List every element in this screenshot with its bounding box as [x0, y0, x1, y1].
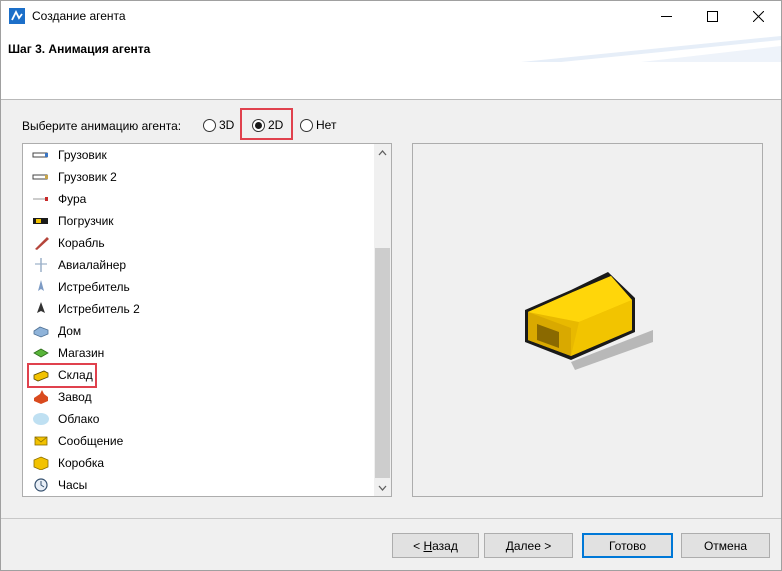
- list-item-label: Грузовик: [58, 148, 107, 162]
- list-item-cloud[interactable]: Облако: [23, 408, 373, 430]
- list-item-truck2[interactable]: Грузовик 2: [23, 166, 373, 188]
- list-item-factory[interactable]: Завод: [23, 386, 373, 408]
- wizard-header: Шаг 3. Анимация агента: [1, 32, 781, 100]
- back-button-rest: азад: [432, 538, 458, 553]
- close-button[interactable]: [735, 1, 781, 32]
- highlight-frame-2d: [240, 108, 293, 140]
- forklift-icon: [32, 214, 50, 228]
- header-decoration: [521, 36, 781, 62]
- list-item-label: Коробка: [58, 456, 105, 470]
- radio-3d-circle: [203, 118, 216, 132]
- window-title: Создание агента: [32, 9, 126, 23]
- list-item-clock[interactable]: Часы: [23, 474, 373, 496]
- radio-none-label: Нет: [316, 118, 337, 132]
- scroll-up-button[interactable]: [374, 144, 391, 161]
- list-item-label: Облако: [58, 412, 100, 426]
- list-item-shop[interactable]: Магазин: [23, 342, 373, 364]
- list-item-truck[interactable]: Грузовик: [23, 144, 373, 166]
- message-icon: [32, 434, 50, 448]
- list-item-label: Магазин: [58, 346, 105, 360]
- list-item-label: Грузовик 2: [58, 170, 117, 184]
- list-item-label: Авиалайнер: [58, 258, 127, 272]
- list-item-label: Часы: [58, 478, 88, 492]
- title-bar: Создание агента: [1, 1, 781, 32]
- list-item-semi-truck[interactable]: Фура: [23, 188, 373, 210]
- app-logo-icon: [9, 8, 25, 24]
- list-item-message[interactable]: Сообщение: [23, 430, 373, 452]
- radio-3d-label: 3D: [219, 118, 235, 132]
- back-button-mnemonic: Н: [423, 538, 433, 553]
- maximize-icon: [706, 11, 718, 22]
- done-button[interactable]: Готово: [582, 533, 673, 558]
- semi-truck-icon: [32, 192, 50, 206]
- list-item-label: Завод: [58, 390, 92, 404]
- scroll-thumb[interactable]: [375, 248, 390, 478]
- minimize-button[interactable]: [643, 1, 689, 32]
- list-item-house[interactable]: Дом: [23, 320, 373, 342]
- factory-icon: [32, 390, 50, 404]
- radio-none[interactable]: Нет: [300, 118, 336, 132]
- list-item-ship[interactable]: Корабль: [23, 232, 373, 254]
- animation-label: Выберите анимацию агента:: [22, 119, 182, 133]
- next-button[interactable]: Далее >: [484, 533, 573, 558]
- radio-3d[interactable]: 3D: [203, 118, 234, 132]
- truck2-icon: [32, 170, 50, 184]
- dialog-window: Создание агента Шаг 3. Анимация агента В…: [0, 0, 782, 571]
- step-title: Шаг 3. Анимация агента: [8, 42, 151, 56]
- list-item-fighter2[interactable]: Истребитель 2: [23, 298, 373, 320]
- airliner-icon: [32, 258, 50, 272]
- shop-icon: [32, 346, 50, 360]
- back-button[interactable]: < Назад: [392, 533, 479, 558]
- box-icon: [32, 456, 50, 470]
- chevron-down-icon: [378, 485, 387, 491]
- list-item-label: Корабль: [58, 236, 105, 250]
- scroll-down-button[interactable]: [374, 479, 391, 496]
- list-scrollbar[interactable]: [374, 144, 391, 496]
- close-icon: [752, 11, 764, 22]
- list-item-label: Погрузчик: [58, 214, 114, 228]
- list-item-forklift[interactable]: Погрузчик: [23, 210, 373, 232]
- maximize-button[interactable]: [689, 1, 735, 32]
- highlight-frame-warehouse: [27, 363, 97, 388]
- truck-icon: [32, 148, 50, 162]
- list-item-box[interactable]: Коробка: [23, 452, 373, 474]
- animation-list[interactable]: Грузовик Грузовик 2 Фура Погрузчик Кораб…: [22, 143, 392, 497]
- list-item-label: Сообщение: [58, 434, 124, 448]
- fighter2-icon: [32, 302, 50, 316]
- chevron-up-icon: [378, 149, 387, 155]
- ship-icon: [32, 236, 50, 250]
- animation-preview: [412, 143, 763, 497]
- minimize-icon: [660, 16, 672, 17]
- list-item-label: Фура: [58, 192, 87, 206]
- clock-icon: [32, 478, 50, 492]
- footer-separator: [1, 518, 781, 519]
- back-button-prefix: <: [413, 538, 424, 553]
- list-item-airliner[interactable]: Авиалайнер: [23, 254, 373, 276]
- radio-none-circle: [300, 118, 313, 132]
- warehouse-preview-icon: [525, 272, 653, 370]
- list-item-label: Дом: [58, 324, 82, 338]
- cancel-button[interactable]: Отмена: [681, 533, 770, 558]
- house-icon: [32, 324, 50, 338]
- cloud-icon: [32, 412, 50, 426]
- list-item-label: Истребитель: [58, 280, 130, 294]
- list-item-fighter[interactable]: Истребитель: [23, 276, 373, 298]
- list-item-label: Истребитель 2: [58, 302, 140, 316]
- fighter-icon: [32, 280, 50, 294]
